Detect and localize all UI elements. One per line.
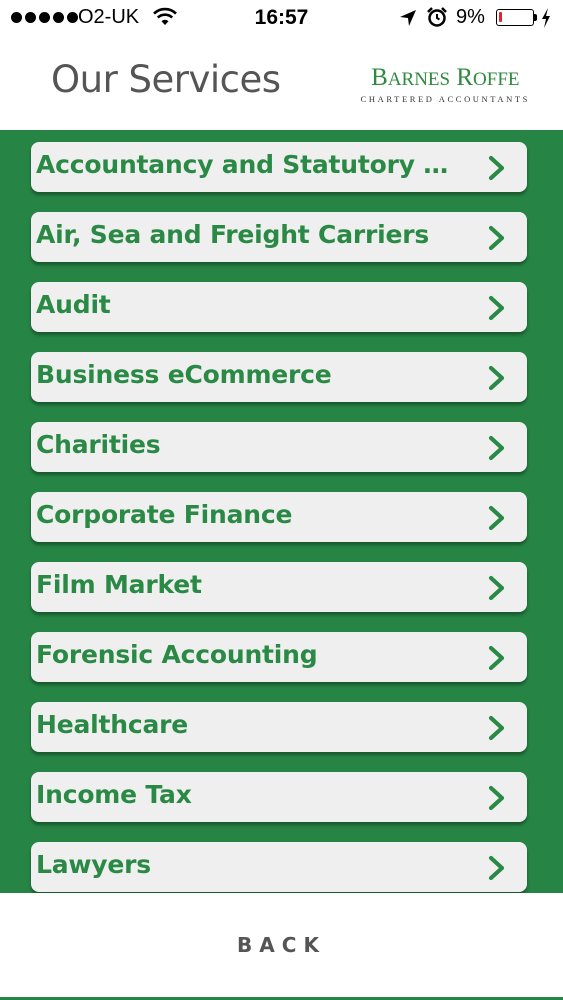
chevron-right-icon [488, 575, 505, 601]
back-button[interactable]: BACK [0, 923, 563, 967]
page-title: Our Services [51, 58, 281, 101]
chevron-right-icon [488, 715, 505, 741]
services-list: Accountancy and Statutory Ac… Air, Sea an… [0, 142, 563, 893]
service-item[interactable]: Film Market [31, 562, 527, 612]
service-item[interactable]: Air, Sea and Freight Carriers [31, 212, 527, 262]
logo-subtitle: CHARTERED ACCOUNTANTS [360, 94, 530, 104]
chevron-right-icon [488, 645, 505, 671]
service-item[interactable]: Accountancy and Statutory Ac… [31, 142, 527, 192]
service-item[interactable]: Lawyers [31, 842, 527, 892]
battery-icon [496, 9, 534, 26]
location-arrow-icon [400, 10, 416, 26]
services-list-area[interactable]: Accountancy and Statutory Ac… Air, Sea an… [0, 130, 563, 893]
service-item[interactable]: Income Tax [31, 772, 527, 822]
service-item-label: Charities [36, 430, 161, 459]
status-bar: O2-UK 16:57 9% [0, 0, 563, 36]
service-item-label: Lawyers [36, 850, 151, 879]
service-item-label: Film Market [36, 570, 202, 599]
header: Our Services BARNES ROFFE CHARTERED ACCO… [0, 36, 563, 130]
service-item-label: Healthcare [36, 710, 189, 739]
footer: BACK [0, 893, 563, 1000]
chevron-right-icon [488, 365, 505, 391]
chevron-right-icon [488, 505, 505, 531]
service-item-label: Business eCommerce [36, 360, 332, 389]
service-item-label: Accountancy and Statutory Ac… [36, 150, 465, 179]
battery-nub [534, 14, 537, 21]
chevron-right-icon [488, 155, 505, 181]
service-item[interactable]: Business eCommerce [31, 352, 527, 402]
service-item[interactable]: Forensic Accounting [31, 632, 527, 682]
brand-logo: BARNES ROFFE CHARTERED ACCOUNTANTS [360, 64, 530, 104]
service-item-label: Corporate Finance [36, 500, 293, 529]
service-item-label: Forensic Accounting [36, 640, 318, 669]
battery-percent: 9% [456, 6, 485, 28]
service-item[interactable]: Charities [31, 422, 527, 472]
charging-bolt-icon [542, 8, 550, 28]
alarm-clock-icon [427, 7, 447, 27]
service-item[interactable]: Audit [31, 282, 527, 332]
logo-wordmark: BARNES ROFFE [371, 64, 520, 91]
service-item[interactable]: Healthcare [31, 702, 527, 752]
service-item-label: Audit [36, 290, 111, 319]
chevron-right-icon [488, 785, 505, 811]
chevron-right-icon [488, 855, 505, 881]
chevron-right-icon [488, 435, 505, 461]
service-item-label: Income Tax [36, 780, 192, 809]
chevron-right-icon [488, 225, 505, 251]
chevron-right-icon [488, 295, 505, 321]
service-item-label: Air, Sea and Freight Carriers [36, 220, 430, 249]
service-item[interactable]: Corporate Finance [31, 492, 527, 542]
